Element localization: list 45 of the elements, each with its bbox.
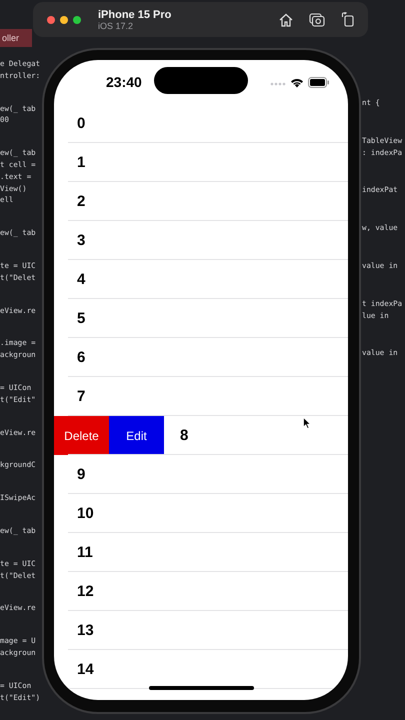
status-time: 23:40 bbox=[106, 74, 142, 90]
table-row[interactable]: 2 bbox=[54, 182, 348, 221]
table-row[interactable]: Delete Edit 8 bbox=[54, 416, 348, 455]
table-row[interactable]: 9 bbox=[54, 455, 348, 494]
row-label: 0 bbox=[77, 115, 86, 132]
row-label: 12 bbox=[77, 583, 94, 600]
table-row[interactable]: 4 bbox=[54, 260, 348, 299]
table-row[interactable]: 6 bbox=[54, 338, 348, 377]
row-label: 6 bbox=[77, 349, 86, 366]
row-label: 11 bbox=[77, 544, 93, 561]
os-version: iOS 17.2 bbox=[98, 20, 134, 30]
row-label: 5 bbox=[77, 310, 86, 327]
row-label: 14 bbox=[77, 661, 94, 678]
table-row[interactable]: 7 bbox=[54, 377, 348, 416]
row-label: 8 bbox=[180, 427, 188, 444]
home-icon[interactable] bbox=[279, 12, 293, 26]
row-label: 1 bbox=[77, 154, 86, 171]
row-label: 3 bbox=[77, 232, 86, 249]
table-row[interactable]: 12 bbox=[54, 572, 348, 611]
editor-tab[interactable]: oller bbox=[0, 29, 32, 47]
battery-icon bbox=[308, 76, 330, 88]
row-label: 9 bbox=[77, 466, 86, 483]
table-row[interactable]: 3 bbox=[54, 221, 348, 260]
table-row[interactable]: 14 bbox=[54, 650, 348, 689]
close-button[interactable] bbox=[47, 16, 55, 24]
swipe-action-button[interactable]: Edit bbox=[109, 416, 164, 455]
table-row[interactable]: 1 bbox=[54, 143, 348, 182]
row-label: 10 bbox=[77, 505, 94, 522]
row-label: 13 bbox=[77, 622, 94, 639]
table-row[interactable]: 11 bbox=[54, 533, 348, 572]
table-row[interactable]: 10 bbox=[54, 494, 348, 533]
table-row[interactable]: 0 bbox=[54, 104, 348, 143]
row-label: 4 bbox=[77, 271, 86, 288]
device-name: iPhone 15 Pro bbox=[98, 8, 172, 20]
minimize-button[interactable] bbox=[60, 16, 68, 24]
table-row[interactable]: 5 bbox=[54, 299, 348, 338]
wifi-icon bbox=[290, 76, 304, 88]
row-label: 2 bbox=[77, 193, 86, 210]
swipe-action-button[interactable]: Delete bbox=[54, 416, 109, 455]
cursor-icon bbox=[303, 417, 311, 429]
screenshot-icon[interactable] bbox=[309, 12, 325, 26]
row-label: 7 bbox=[77, 388, 86, 405]
rotate-icon[interactable] bbox=[341, 12, 354, 27]
zoom-button[interactable] bbox=[73, 16, 81, 24]
table-row[interactable]: 13 bbox=[54, 611, 348, 650]
